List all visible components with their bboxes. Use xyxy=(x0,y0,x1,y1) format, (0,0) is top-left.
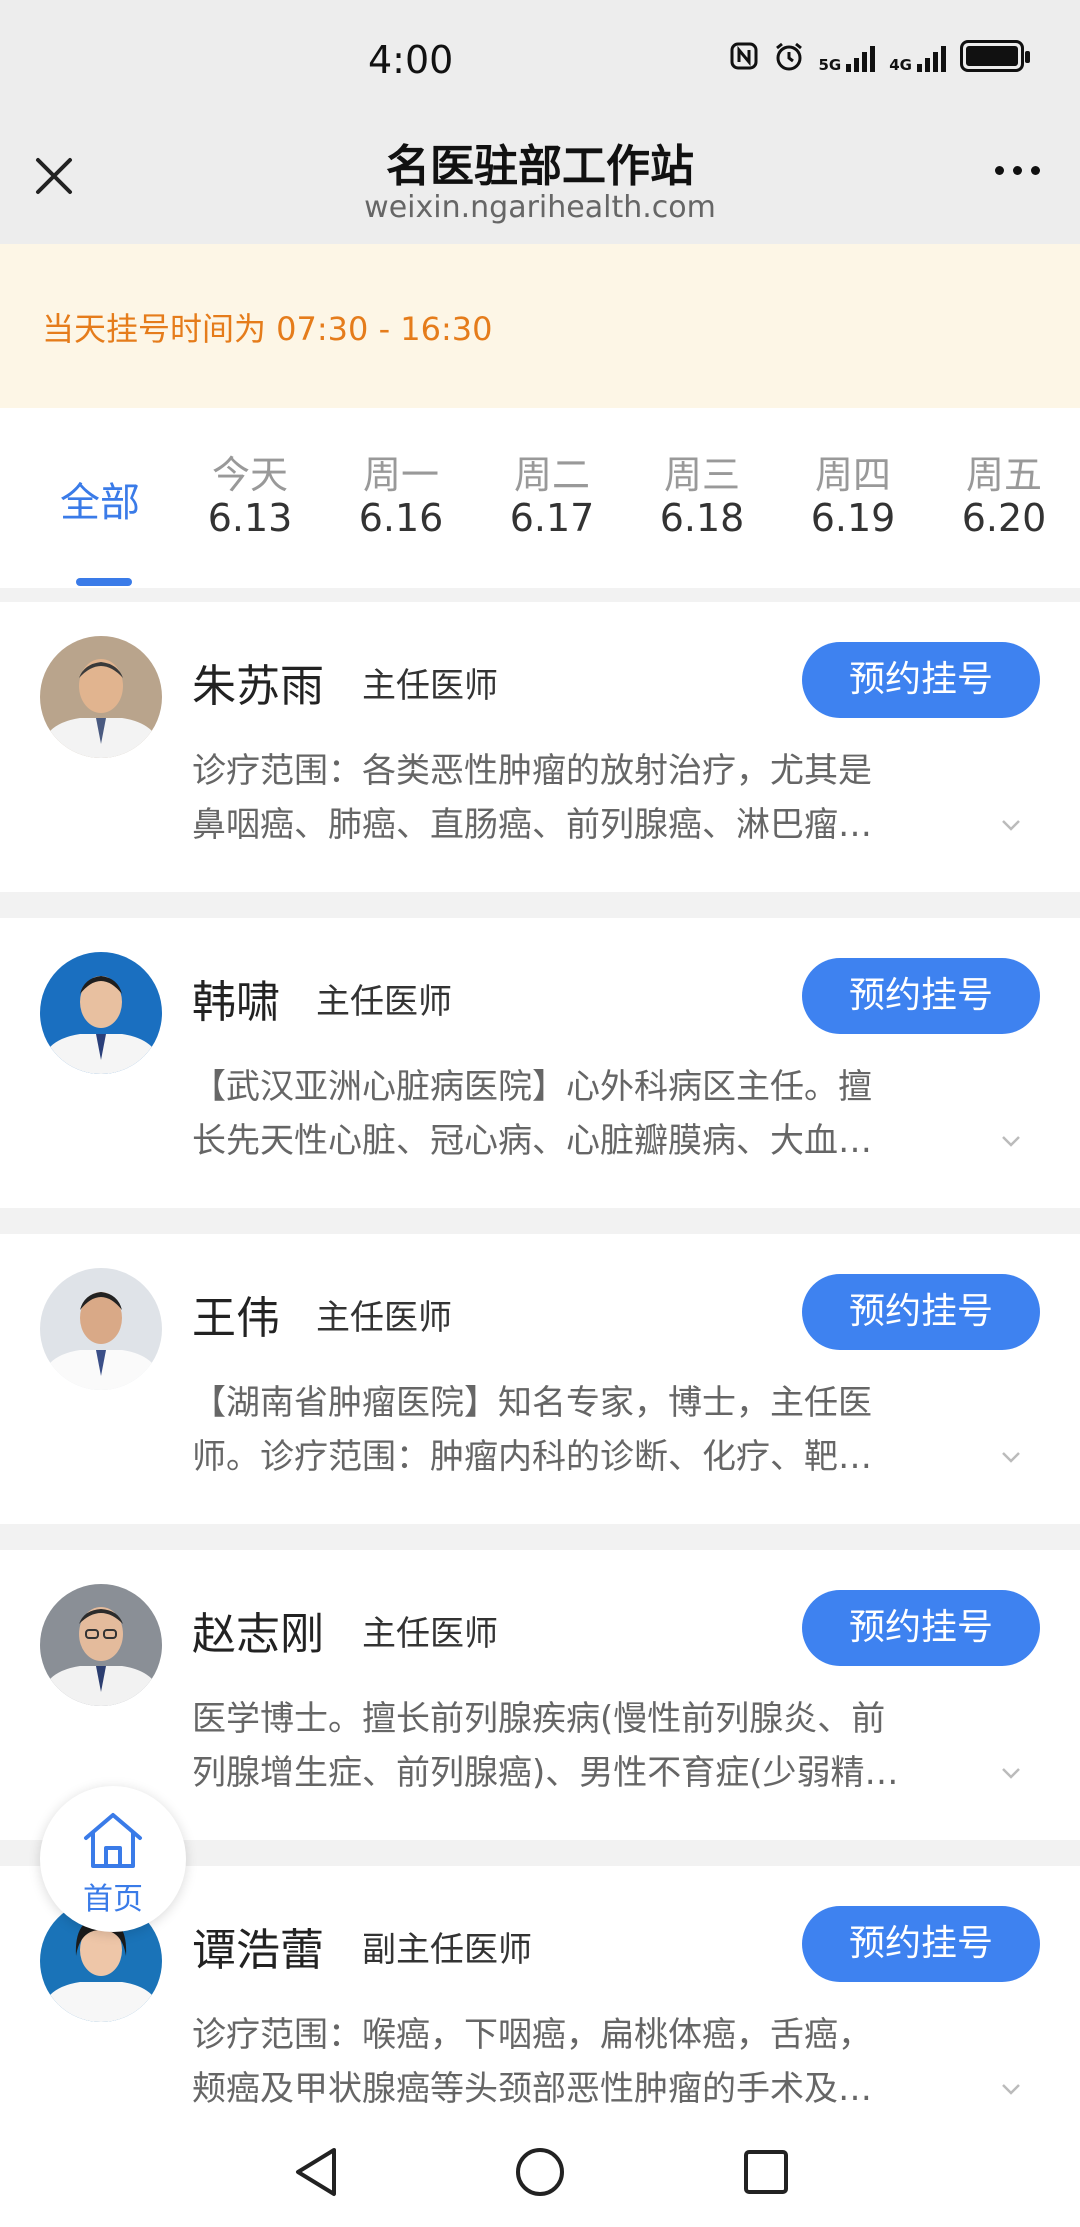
tab-date: 6.17 xyxy=(509,496,595,540)
description-line: 鼻咽癌、肺癌、直肠癌、前列腺癌、淋巴瘤… xyxy=(192,805,872,845)
tab-thu[interactable]: 周四 6.19 xyxy=(783,408,923,588)
chevron-down-icon[interactable] xyxy=(1000,1762,1022,1784)
tab-weekday: 周一 xyxy=(362,453,439,497)
description-line: 列腺增生症、前列腺癌)、男性不育症(少弱精… xyxy=(192,1753,899,1793)
tab-weekday: 周三 xyxy=(663,453,740,497)
doctor-name: 韩啸 xyxy=(192,977,280,1028)
book-appointment-button[interactable]: 预约挂号 xyxy=(802,1590,1040,1666)
doctor-title: 主任医师 xyxy=(316,982,452,1022)
nfc-icon xyxy=(730,42,757,70)
status-icons: 5G 4G xyxy=(729,40,1030,74)
tab-active-indicator xyxy=(76,578,132,586)
battery-icon xyxy=(960,40,1030,72)
description-line: 师。诊疗范围：肿瘤内科的诊断、化疗、靶… xyxy=(192,1437,872,1477)
doctor-description: 【武汉亚洲心脏病医院】心外科病区主任。擅 长先天性心脏、冠心病、心脏瓣膜病、大血… xyxy=(192,1060,962,1168)
book-appointment-button[interactable]: 预约挂号 xyxy=(802,958,1040,1034)
tab-weekday: 周二 xyxy=(513,453,590,497)
page-url: weixin.ngarihealth.com xyxy=(364,190,716,225)
doctor-card[interactable]: 韩啸 主任医师 预约挂号 【武汉亚洲心脏病医院】心外科病区主任。擅 长先天性心脏… xyxy=(0,918,1080,1208)
tab-mon[interactable]: 周一 6.16 xyxy=(331,408,471,588)
home-circle-icon[interactable] xyxy=(512,2144,568,2200)
description-line: 【湖南省肿瘤医院】知名专家，博士，主任医 xyxy=(192,1383,872,1423)
registration-notice: 当天挂号时间为 07:30 - 16:30 xyxy=(0,244,1080,408)
doctor-avatar xyxy=(40,1584,162,1706)
notice-text: 当天挂号时间为 07:30 - 16:30 xyxy=(42,310,493,348)
doctor-card[interactable]: 朱苏雨 主任医师 预约挂号 诊疗范围：各类恶性肿瘤的放射治疗，尤其是 鼻咽癌、肺… xyxy=(0,602,1080,892)
tab-weekday: 周五 xyxy=(965,453,1042,497)
tab-all[interactable]: 全部 xyxy=(30,408,170,588)
doctor-name: 朱苏雨 xyxy=(192,661,324,712)
chevron-down-icon[interactable] xyxy=(1000,1130,1022,1152)
signal-5g-icon: 5G xyxy=(818,40,876,74)
tab-fri[interactable]: 周五 6.20 xyxy=(934,408,1074,588)
network-4g-label: 4G xyxy=(889,56,912,74)
chevron-down-icon[interactable] xyxy=(1000,814,1022,836)
status-time: 4:00 xyxy=(368,38,454,82)
chevron-down-icon[interactable] xyxy=(1000,1446,1022,1468)
tab-date: 6.18 xyxy=(659,496,745,540)
date-tabs: 全部 今天 6.13 周一 6.16 周二 6.17 周三 6.18 周四 6.… xyxy=(0,408,1080,588)
doctor-title: 副主任医师 xyxy=(362,1930,532,1970)
doctor-title: 主任医师 xyxy=(362,1614,498,1654)
tab-all-label: 全部 xyxy=(60,480,140,526)
recent-apps-icon[interactable] xyxy=(740,2144,792,2200)
doctor-card[interactable]: 赵志刚 主任医师 预约挂号 医学博士。擅长前列腺疾病(慢性前列腺炎、前 列腺增生… xyxy=(0,1550,1080,1840)
home-label: 首页 xyxy=(83,1882,143,1917)
book-appointment-button[interactable]: 预约挂号 xyxy=(802,1906,1040,1982)
description-line: 长先天性心脏、冠心病、心脏瓣膜病、大血… xyxy=(192,1121,872,1161)
status-bar: 4:00 5G 4G xyxy=(0,0,1080,126)
doctor-description: 诊疗范围：各类恶性肿瘤的放射治疗，尤其是 鼻咽癌、肺癌、直肠癌、前列腺癌、淋巴瘤… xyxy=(192,744,962,852)
system-navigation-bar xyxy=(0,2120,1080,2227)
doctor-name: 谭浩蕾 xyxy=(192,1925,324,1976)
book-appointment-button[interactable]: 预约挂号 xyxy=(802,642,1040,718)
doctor-avatar xyxy=(40,636,162,758)
description-line: 【武汉亚洲心脏病医院】心外科病区主任。擅 xyxy=(192,1067,872,1107)
tab-today[interactable]: 今天 6.13 xyxy=(180,408,320,588)
doctor-avatar xyxy=(40,1268,162,1390)
tab-weekday: 周四 xyxy=(814,453,891,497)
description-line: 诊疗范围：喉癌，下咽癌，扁桃体癌，舌癌， xyxy=(192,2015,872,2055)
network-5g-label: 5G xyxy=(818,56,842,74)
doctor-name: 王伟 xyxy=(192,1293,280,1344)
tab-wed[interactable]: 周三 6.18 xyxy=(632,408,772,588)
home-icon xyxy=(84,1813,142,1868)
signal-4g-icon: 4G xyxy=(889,40,946,74)
chevron-down-icon[interactable] xyxy=(1000,2078,1022,2100)
tab-date: 6.13 xyxy=(207,496,293,540)
description-line: 医学博士。擅长前列腺疾病(慢性前列腺炎、前 xyxy=(192,1699,886,1739)
doctor-description: 诊疗范围：喉癌，下咽癌，扁桃体癌，舌癌， 颊癌及甲状腺癌等头颈部恶性肿瘤的手术及… xyxy=(192,2008,962,2116)
description-line: 诊疗范围：各类恶性肿瘤的放射治疗，尤其是 xyxy=(192,751,872,791)
home-button[interactable]: 首页 xyxy=(40,1786,186,1932)
tab-tue[interactable]: 周二 6.17 xyxy=(482,408,622,588)
doctor-title: 主任医师 xyxy=(316,1298,452,1338)
tab-weekday: 今天 xyxy=(211,453,288,497)
more-icon[interactable] xyxy=(995,166,1040,175)
doctor-name: 赵志刚 xyxy=(192,1609,324,1660)
tab-date: 6.16 xyxy=(358,496,444,540)
alarm-icon xyxy=(775,42,802,71)
back-icon[interactable] xyxy=(290,2144,342,2200)
doctor-title: 主任医师 xyxy=(362,666,498,706)
tab-date: 6.20 xyxy=(961,496,1047,540)
tab-date: 6.19 xyxy=(810,496,896,540)
description-line: 颊癌及甲状腺癌等头颈部恶性肿瘤的手术及… xyxy=(192,2069,872,2109)
doctor-description: 【湖南省肿瘤医院】知名专家，博士，主任医 师。诊疗范围：肿瘤内科的诊断、化疗、靶… xyxy=(192,1376,962,1484)
page-title: 名医驻部工作站 xyxy=(386,141,694,192)
doctor-avatar xyxy=(40,952,162,1074)
doctor-description: 医学博士。擅长前列腺疾病(慢性前列腺炎、前 列腺增生症、前列腺癌)、男性不育症(… xyxy=(192,1692,962,1800)
doctor-card[interactable]: 王伟 主任医师 预约挂号 【湖南省肿瘤医院】知名专家，博士，主任医 师。诊疗范围… xyxy=(0,1234,1080,1524)
book-appointment-button[interactable]: 预约挂号 xyxy=(802,1274,1040,1350)
nav-bar: 名医驻部工作站 weixin.ngarihealth.com xyxy=(0,126,1080,244)
